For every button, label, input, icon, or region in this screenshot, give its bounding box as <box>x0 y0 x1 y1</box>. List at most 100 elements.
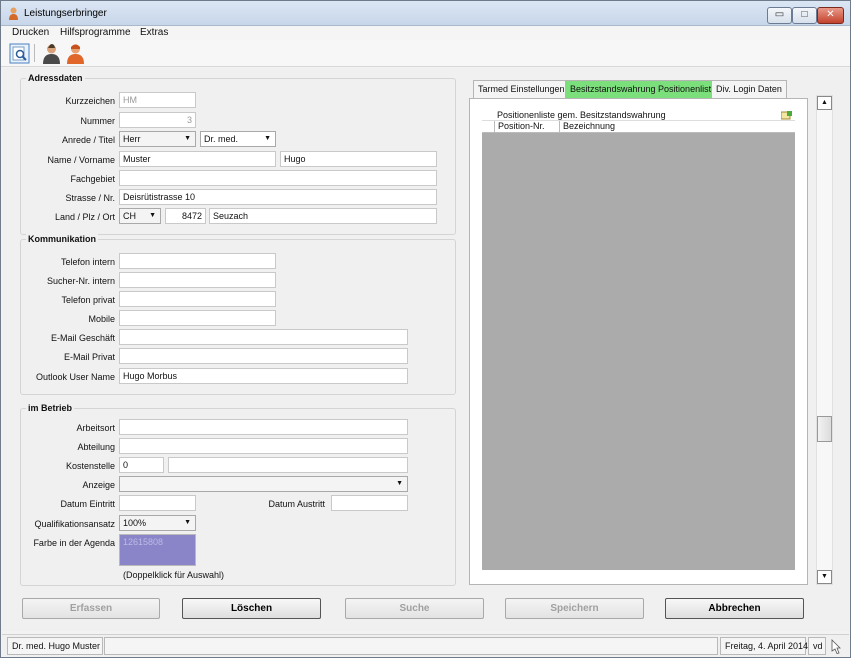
outlook-user-field[interactable]: Hugo Morbus <box>119 368 408 384</box>
content-area: Adressdaten Kurzzeichen HM Nummer 3 Anre… <box>2 68 849 631</box>
anrede-select[interactable]: Herr ▼ <box>119 131 196 147</box>
land-value: CH <box>123 211 136 221</box>
tab-besitzstandswahrung[interactable]: Besitzstandswahrung Positionenliste <box>565 80 722 98</box>
label-abteilung: Abteilung <box>77 442 115 452</box>
chevron-down-icon: ▼ <box>184 519 191 526</box>
ort-field[interactable]: Seuzach <box>209 208 437 224</box>
label-mobile: Mobile <box>88 314 115 324</box>
speichern-button[interactable]: Speichern <box>505 598 644 619</box>
titel-select[interactable]: Dr. med. ▼ <box>200 131 276 147</box>
grid-column-header: Position-Nr. Bezeichnung <box>482 121 795 133</box>
label-telefon-intern: Telefon intern <box>60 257 115 267</box>
email-geschaeft-field[interactable] <box>119 329 408 345</box>
user-orange-icon[interactable] <box>65 43 86 64</box>
arbeitsort-field[interactable] <box>119 419 408 435</box>
plz-field[interactable]: 8472 <box>165 208 206 224</box>
kostenstelle-text-field[interactable] <box>168 457 408 473</box>
qualifikationsansatz-select[interactable]: 100% ▼ <box>119 515 196 531</box>
minimize-button[interactable]: ▭ <box>767 7 792 24</box>
label-datum-austritt: Datum Austritt <box>268 499 325 509</box>
maximize-button[interactable]: □ <box>792 7 817 24</box>
menu-bar: Drucken Hilfsprogramme Extras <box>1 26 850 40</box>
tab-login-daten[interactable]: Div. Login Daten <box>711 80 787 98</box>
status-empty-panel <box>104 637 718 655</box>
label-telefon-privat: Telefon privat <box>61 295 115 305</box>
kostenstelle-field[interactable]: 0 <box>119 457 164 473</box>
label-nummer: Nummer <box>80 116 115 126</box>
search-preview-icon[interactable] <box>9 43 30 64</box>
chevron-down-icon: ▼ <box>264 135 271 142</box>
positions-grid-body[interactable] <box>482 133 795 570</box>
sucher-nr-field[interactable] <box>119 272 276 288</box>
menu-extras[interactable]: Extras <box>140 27 168 38</box>
group-title-im-betrieb: im Betrieb <box>26 403 75 413</box>
label-fachgebiet: Fachgebiet <box>70 174 115 184</box>
label-email-geschaeft: E-Mail Geschäft <box>50 333 115 343</box>
tab-control: Tarmed Einstellungen Besitzstandswahrung… <box>469 80 808 585</box>
scroll-down-button[interactable]: ▼ <box>817 570 832 584</box>
name-field[interactable]: Muster <box>119 151 276 167</box>
anzeige-select[interactable]: ▼ <box>119 476 408 492</box>
datum-eintritt-field[interactable] <box>119 495 196 511</box>
status-initials: vd <box>808 637 826 655</box>
group-title-kommunikation: Kommunikation <box>26 234 99 244</box>
grid-caption-row: Positionenliste gem. Besitzstandswahrung <box>482 110 795 121</box>
chevron-down-icon: ▼ <box>396 480 403 487</box>
abteilung-field[interactable] <box>119 438 408 454</box>
suche-button[interactable]: Suche <box>345 598 484 619</box>
land-select[interactable]: CH ▼ <box>119 208 161 224</box>
scroll-thumb[interactable] <box>817 416 832 442</box>
vertical-scrollbar[interactable]: ▲ ▼ <box>816 95 833 585</box>
status-bar: Dr. med. Hugo Muster Freitag, 4. April 2… <box>2 634 849 656</box>
tab-tarmed-einstellungen[interactable]: Tarmed Einstellungen <box>473 80 570 98</box>
datum-austritt-field[interactable] <box>331 495 408 511</box>
label-email-privat: E-Mail Privat <box>63 352 115 362</box>
user-app-icon <box>9 7 18 20</box>
col-position-nr[interactable]: Position-Nr. <box>494 121 559 133</box>
title-bar[interactable]: Leistungserbringer ▭ □ ✕ <box>1 1 850 26</box>
telefon-intern-field[interactable] <box>119 253 276 269</box>
menu-drucken[interactable]: Drucken <box>12 27 49 38</box>
toolbar <box>1 40 850 67</box>
telefon-privat-field[interactable] <box>119 291 276 307</box>
label-strasse: Strasse / Nr. <box>65 193 115 203</box>
strasse-field[interactable]: Deisrütistrasse 10 <box>119 189 437 205</box>
kurzzeichen-field[interactable]: HM <box>119 92 196 108</box>
label-anzeige: Anzeige <box>82 480 115 490</box>
label-farbe-agenda: Farbe in der Agenda <box>33 538 115 548</box>
add-row-icon[interactable] <box>781 111 792 120</box>
window-title: Leistungserbringer <box>24 8 107 19</box>
agenda-color-picker[interactable]: 12615808 <box>119 534 196 566</box>
col-bezeichnung[interactable]: Bezeichnung <box>559 121 795 133</box>
mobile-field[interactable] <box>119 310 276 326</box>
label-land-plz-ort: Land / Plz / Ort <box>54 212 115 222</box>
grid-caption: Positionenliste gem. Besitzstandswahrung <box>497 110 666 120</box>
anrede-value: Herr <box>123 134 141 144</box>
label-kostenstelle: Kostenstelle <box>65 461 115 471</box>
close-button[interactable]: ✕ <box>817 7 844 24</box>
vorname-field[interactable]: Hugo <box>280 151 437 167</box>
scroll-up-button[interactable]: ▲ <box>817 96 832 110</box>
label-arbeitsort: Arbeitsort <box>76 423 115 433</box>
toolbar-separator <box>34 44 35 62</box>
erfassen-button[interactable]: Erfassen <box>22 598 160 619</box>
nummer-field[interactable]: 3 <box>119 112 196 128</box>
status-user: Dr. med. Hugo Muster <box>7 637 103 655</box>
main-window: Leistungserbringer ▭ □ ✕ Drucken Hilfspr… <box>0 0 851 658</box>
user-dark-icon[interactable] <box>41 43 62 64</box>
color-picker-hint: (Doppelklick für Auswahl) <box>123 570 225 580</box>
chevron-down-icon: ▼ <box>184 135 191 142</box>
menu-hilfsprogramme[interactable]: Hilfsprogramme <box>60 27 131 38</box>
titel-value: Dr. med. <box>204 134 239 144</box>
quali-value: 100% <box>123 518 147 528</box>
email-privat-field[interactable] <box>119 348 408 364</box>
label-sucher-nr: Sucher-Nr. intern <box>46 276 115 286</box>
label-kurzzeichen: Kurzzeichen <box>65 96 115 106</box>
label-qualifikationsansatz: Qualifikationsansatz <box>34 519 115 529</box>
abbrechen-button[interactable]: Abbrechen <box>665 598 804 619</box>
resize-grip-icon[interactable] <box>830 639 844 654</box>
loeschen-button[interactable]: Löschen <box>182 598 321 619</box>
chevron-down-icon: ▼ <box>149 212 156 219</box>
fachgebiet-field[interactable] <box>119 170 437 186</box>
label-anrede-titel: Anrede / Titel <box>61 135 115 145</box>
